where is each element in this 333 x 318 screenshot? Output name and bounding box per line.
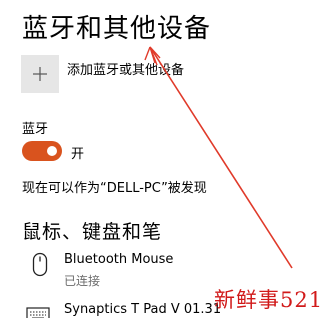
add-device-tile[interactable] xyxy=(21,55,59,93)
discoverable-text: 现在可以作为“DELL-PC”被发现 xyxy=(22,181,207,196)
device-name: Bluetooth Mouse xyxy=(64,252,174,267)
device-status: 已连接 xyxy=(64,274,101,288)
bluetooth-toggle-state: 开 xyxy=(71,147,85,162)
bluetooth-toggle-row[interactable]: 开 xyxy=(22,141,102,162)
device-item[interactable]: Bluetooth Mouse 已连接 xyxy=(22,252,282,288)
page-title: 蓝牙和其他设备 xyxy=(22,14,212,44)
bluetooth-toggle[interactable] xyxy=(22,141,62,161)
mouse-icon xyxy=(32,252,48,282)
bluetooth-label: 蓝牙 xyxy=(22,122,49,137)
add-device-label: 添加蓝牙或其他设备 xyxy=(67,63,185,78)
device-name: Synaptics T Pad V 01.31 xyxy=(64,302,222,317)
keyboard-icon xyxy=(26,306,50,318)
settings-page: 蓝牙和其他设备 添加蓝牙或其他设备 蓝牙 开 现在可以作为“DELL-PC”被发… xyxy=(0,0,333,318)
watermark-text: 新鲜事521 xyxy=(214,288,324,312)
add-device-button[interactable]: 添加蓝牙或其他设备 xyxy=(21,52,251,93)
toggle-knob xyxy=(47,146,57,156)
section-title: 鼠标、键盘和笔 xyxy=(22,221,163,243)
plus-icon xyxy=(33,67,47,81)
